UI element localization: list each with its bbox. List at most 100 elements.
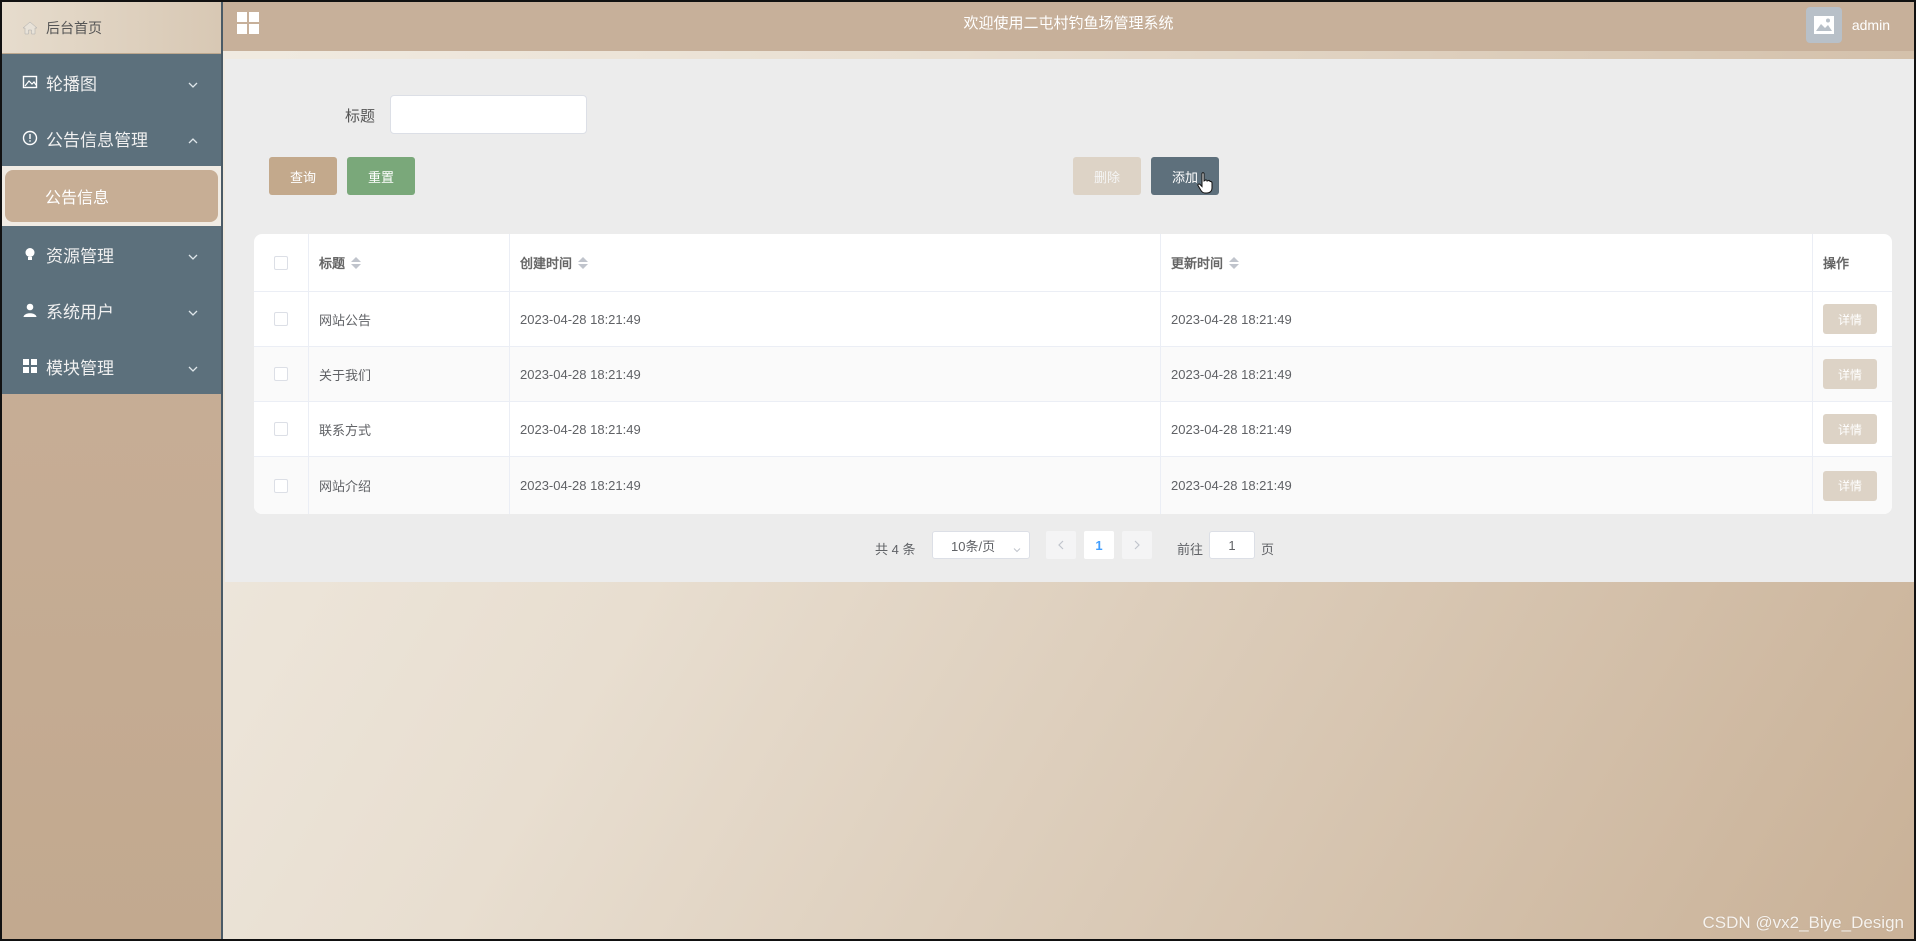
row-select-cell [254, 347, 309, 401]
sidebar-item-carousel[interactable]: 轮播图 [2, 54, 221, 110]
page-size-value: 10条/页 [951, 538, 996, 554]
prev-page-button[interactable] [1046, 531, 1076, 559]
cell-title: 联系方式 [309, 402, 510, 456]
content-panel: 标题 查询 重置 删除 添加 标题 创建时间 更新时间 操作 网站公告 2023… [225, 59, 1914, 582]
chevron-down-icon [187, 248, 199, 260]
search-title-label: 标题 [345, 108, 376, 125]
cell-created: 2023-04-28 18:21:49 [510, 347, 1161, 401]
sidebar: 后台首页 轮播图 公告信息管理 公告信息 资源管理 系统用户 模块管理 [2, 2, 223, 939]
sidebar-item-notice-info[interactable]: 公告信息 [5, 170, 218, 222]
sort-icon[interactable] [1229, 256, 1240, 269]
cell-action: 详情 [1813, 347, 1892, 401]
goto-suffix: 页 [1261, 542, 1275, 557]
pagination: 共 4 条 10条/页 1 前往 页 [225, 531, 1914, 561]
delete-button[interactable]: 删除 [1073, 157, 1141, 195]
select-all-checkbox[interactable] [274, 255, 288, 270]
chevron-down-icon [187, 76, 199, 88]
select-all-cell [254, 234, 309, 291]
sidebar-subitem-label: 公告信息 [45, 190, 110, 207]
sidebar-home[interactable]: 后台首页 [2, 2, 221, 54]
app-title: 欢迎使用二屯村钓鱼场管理系统 [963, 15, 1174, 32]
sidebar-item-label: 轮播图 [46, 74, 97, 94]
column-header-created[interactable]: 创建时间 [510, 234, 1161, 291]
reset-button[interactable]: 重置 [347, 157, 415, 195]
top-header: 欢迎使用二屯村钓鱼场管理系统 admin [223, 2, 1914, 51]
cell-created: 2023-04-28 18:21:49 [510, 292, 1161, 346]
sidebar-item-label: 模块管理 [46, 358, 114, 378]
watermark: CSDN @vx2_Biye_Design [1702, 913, 1904, 932]
chevron-right-icon [1134, 540, 1140, 550]
goto-label: 前往 [1177, 542, 1204, 557]
chevron-down-icon [187, 360, 199, 372]
detail-button[interactable]: 详情 [1823, 470, 1877, 501]
column-header-label: 标题 [319, 256, 346, 271]
row-checkbox[interactable] [274, 312, 288, 326]
column-header-action: 操作 [1813, 234, 1892, 291]
pagination-total: 共 4 条 [875, 542, 916, 557]
sidebar-home-label: 后台首页 [46, 19, 102, 36]
detail-button[interactable]: 详情 [1823, 359, 1877, 389]
username[interactable]: admin [1852, 17, 1890, 33]
chevron-down-icon [187, 304, 199, 316]
row-select-cell [254, 457, 309, 514]
home-icon [22, 20, 38, 36]
column-header-label: 操作 [1823, 256, 1850, 271]
sidebar-menu: 轮播图 公告信息管理 公告信息 资源管理 系统用户 模块管理 [2, 54, 221, 394]
row-select-cell [254, 402, 309, 456]
row-checkbox[interactable] [274, 478, 288, 493]
notice-table: 标题 创建时间 更新时间 操作 网站公告 2023-04-28 18:21:49… [254, 234, 1892, 514]
table-header-row: 标题 创建时间 更新时间 操作 [254, 234, 1892, 292]
page-number-current[interactable]: 1 [1084, 531, 1114, 559]
sidebar-item-label: 公告信息管理 [46, 130, 148, 150]
table-row: 关于我们 2023-04-28 18:21:49 2023-04-28 18:2… [254, 347, 1892, 402]
table-row: 网站介绍 2023-04-28 18:21:49 2023-04-28 18:2… [254, 457, 1892, 514]
detail-button[interactable]: 详情 [1823, 414, 1877, 444]
goto-page-input[interactable] [1209, 531, 1255, 559]
sidebar-item-notice-management[interactable]: 公告信息管理 [2, 110, 221, 166]
cell-updated: 2023-04-28 18:21:49 [1161, 292, 1813, 346]
hand-cursor-icon [1197, 172, 1213, 194]
column-header-updated[interactable]: 更新时间 [1161, 234, 1813, 291]
chevron-up-icon [187, 132, 199, 144]
lightbulb-icon [22, 246, 38, 262]
cell-action: 详情 [1813, 402, 1892, 456]
cell-action: 详情 [1813, 457, 1892, 514]
row-checkbox[interactable] [274, 422, 288, 436]
chevron-down-icon [1013, 542, 1021, 553]
user-menu[interactable]: admin [1805, 7, 1890, 43]
sort-icon[interactable] [578, 256, 589, 269]
sidebar-item-system-users[interactable]: 系统用户 [2, 282, 221, 338]
cell-title: 关于我们 [309, 347, 510, 401]
sidebar-submenu: 公告信息 [2, 166, 221, 226]
page-size-select[interactable]: 10条/页 [932, 531, 1030, 559]
cell-updated: 2023-04-28 18:21:49 [1161, 347, 1813, 401]
query-button[interactable]: 查询 [269, 157, 337, 195]
chevron-left-icon [1058, 540, 1064, 550]
sidebar-item-label: 系统用户 [46, 302, 114, 322]
cell-updated: 2023-04-28 18:21:49 [1161, 457, 1813, 514]
user-icon [22, 302, 38, 318]
sidebar-item-module-management[interactable]: 模块管理 [2, 338, 221, 394]
cell-title: 网站介绍 [309, 457, 510, 514]
cell-action: 详情 [1813, 292, 1892, 346]
image-icon [22, 74, 38, 90]
sidebar-item-resource-management[interactable]: 资源管理 [2, 226, 221, 282]
next-page-button[interactable] [1122, 531, 1152, 559]
column-header-label: 创建时间 [520, 256, 573, 271]
cell-updated: 2023-04-28 18:21:49 [1161, 402, 1813, 456]
sidebar-item-label: 资源管理 [46, 246, 114, 266]
avatar-image-icon[interactable] [1805, 7, 1842, 43]
table-row: 网站公告 2023-04-28 18:21:49 2023-04-28 18:2… [254, 292, 1892, 347]
grid-icon [22, 358, 38, 374]
detail-button[interactable]: 详情 [1823, 304, 1877, 334]
cell-title: 网站公告 [309, 292, 510, 346]
sort-icon[interactable] [351, 256, 362, 269]
column-header-label: 更新时间 [1171, 256, 1224, 271]
search-title-input[interactable] [390, 95, 587, 134]
row-select-cell [254, 292, 309, 346]
cell-created: 2023-04-28 18:21:49 [510, 457, 1161, 514]
column-header-title[interactable]: 标题 [309, 234, 510, 291]
cell-created: 2023-04-28 18:21:49 [510, 402, 1161, 456]
row-checkbox[interactable] [274, 367, 288, 381]
table-row: 联系方式 2023-04-28 18:21:49 2023-04-28 18:2… [254, 402, 1892, 457]
